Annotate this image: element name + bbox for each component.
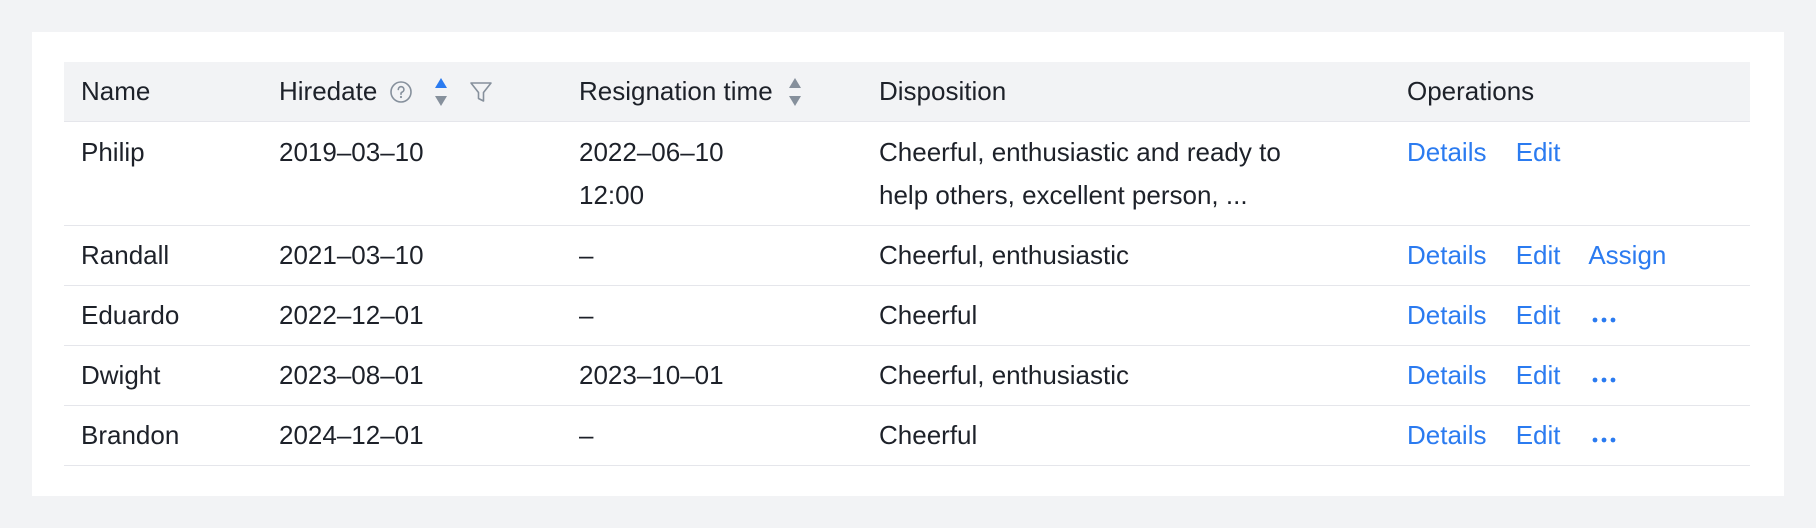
table-row: Eduardo 2022–12–01 – Cheerful Details Ed…: [64, 286, 1750, 346]
edit-link[interactable]: Edit: [1516, 420, 1561, 450]
employees-table: Name Hiredate Resignation time Dispositi…: [64, 62, 1750, 466]
cell-name: Philip: [81, 137, 145, 167]
table-row: Dwight 2023–08–01 2023–10–01 Cheerful, e…: [64, 346, 1750, 406]
cell-operations: Details Edit: [1390, 414, 1750, 457]
cell-name: Eduardo: [81, 300, 180, 330]
cell-hiredate: 2019–03–10: [279, 137, 424, 167]
hiredate-sort-icon[interactable]: [433, 76, 449, 108]
column-header-disposition: Disposition: [862, 70, 1390, 113]
cell-disposition: Cheerful, enthusiastic and ready to help…: [862, 122, 1390, 217]
cell-resignation: 2023–10–01: [579, 360, 724, 390]
cell-hiredate: 2021–03–10: [279, 240, 424, 270]
cell-disposition-line1: Cheerful, enthusiastic and ready to: [879, 137, 1281, 167]
table-card: Name Hiredate Resignation time Dispositi…: [32, 32, 1784, 496]
cell-name: Brandon: [81, 420, 180, 450]
cell-resignation: –: [579, 300, 594, 330]
column-header-operations-label: Operations: [1407, 76, 1535, 106]
details-link[interactable]: Details: [1407, 137, 1486, 167]
cell-hiredate: 2023–08–01: [279, 360, 424, 390]
filter-icon[interactable]: [469, 80, 493, 104]
table-header-row: Name Hiredate Resignation time Dispositi…: [64, 62, 1750, 122]
cell-disposition: Cheerful: [879, 420, 978, 450]
resignation-sort-icon[interactable]: [787, 76, 803, 108]
cell-operations: Details Edit: [1390, 122, 1750, 174]
edit-link[interactable]: Edit: [1516, 137, 1561, 167]
cell-hiredate: 2022–12–01: [279, 300, 424, 330]
cell-disposition-line2: help others, excellent person, ...: [879, 180, 1248, 210]
more-dots-icon[interactable]: [1592, 436, 1616, 444]
column-header-hiredate: Hiredate: [262, 70, 562, 113]
column-header-disposition-label: Disposition: [879, 76, 1007, 106]
cell-disposition: Cheerful: [879, 300, 978, 330]
edit-link[interactable]: Edit: [1516, 300, 1561, 330]
table-row: Brandon 2024–12–01 – Cheerful Details Ed…: [64, 406, 1750, 466]
table-row: Randall 2021–03–10 – Cheerful, enthusias…: [64, 226, 1750, 286]
cell-name: Dwight: [81, 360, 161, 390]
column-header-operations: Operations: [1390, 70, 1750, 113]
cell-operations: Details Edit: [1390, 294, 1750, 337]
column-header-name: Name: [64, 70, 262, 113]
details-link[interactable]: Details: [1407, 360, 1486, 390]
question-circle-icon[interactable]: [389, 80, 413, 104]
details-link[interactable]: Details: [1407, 420, 1486, 450]
cell-name: Randall: [81, 240, 170, 270]
column-header-resignation-label: Resignation time: [579, 76, 773, 106]
details-link[interactable]: Details: [1407, 300, 1486, 330]
cell-operations: Details Edit Assign: [1390, 234, 1750, 277]
column-header-name-label: Name: [81, 76, 151, 106]
cell-hiredate: 2024–12–01: [279, 420, 424, 450]
cell-disposition: Cheerful, enthusiastic: [879, 240, 1130, 270]
cell-resignation: –: [579, 240, 594, 270]
edit-link[interactable]: Edit: [1516, 240, 1561, 270]
cell-operations: Details Edit: [1390, 354, 1750, 397]
cell-disposition: Cheerful, enthusiastic: [879, 360, 1130, 390]
more-dots-icon[interactable]: [1592, 316, 1616, 324]
table-row: Philip 2019–03–10 2022–06–10 12:00 Cheer…: [64, 122, 1750, 226]
edit-link[interactable]: Edit: [1516, 360, 1561, 390]
details-link[interactable]: Details: [1407, 240, 1486, 270]
cell-resignation-time: 12:00: [579, 180, 645, 210]
cell-resignation: 2022–06–10 12:00: [562, 122, 862, 217]
assign-link[interactable]: Assign: [1588, 240, 1666, 270]
more-dots-icon[interactable]: [1592, 376, 1616, 384]
column-header-hiredate-label: Hiredate: [279, 76, 378, 106]
cell-resignation: –: [579, 420, 594, 450]
cell-resignation-date: 2022–06–10: [579, 137, 724, 167]
column-header-resignation: Resignation time: [562, 70, 862, 113]
